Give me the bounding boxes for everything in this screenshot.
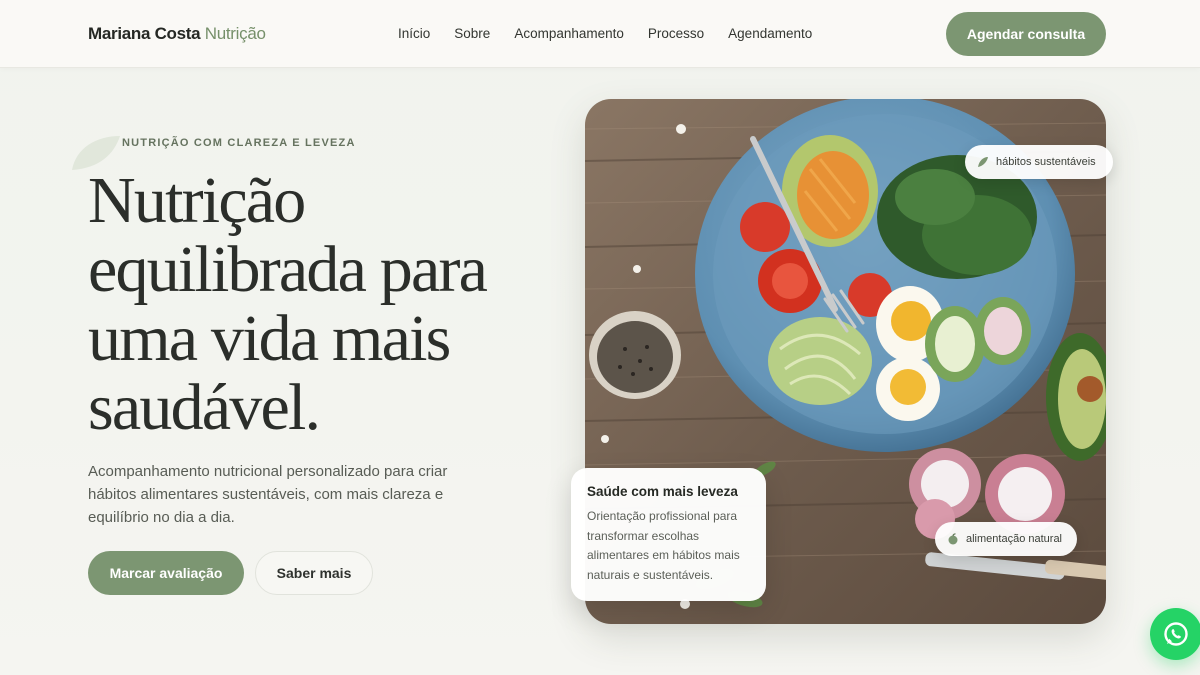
whatsapp-icon bbox=[1164, 622, 1188, 646]
brand-name: Mariana Costa bbox=[88, 24, 201, 43]
info-card-text: Orientação profissional para transformar… bbox=[587, 509, 740, 582]
natural-food-label: alimentação natural bbox=[966, 533, 1063, 545]
nav-item-sobre[interactable]: Sobre bbox=[454, 26, 490, 41]
hero-title: Nutrição equilibrada para uma vida mais … bbox=[88, 164, 488, 444]
schedule-consultation-button[interactable]: Agendar consulta bbox=[946, 12, 1106, 56]
info-card: Saúde com mais leveza Orientação profiss… bbox=[571, 468, 766, 601]
apple-icon bbox=[948, 533, 958, 545]
nav-item-inicio[interactable]: Início bbox=[398, 26, 430, 41]
main-nav: Início Sobre Acompanhamento Processo Age… bbox=[398, 26, 836, 41]
nav-item-agendamento[interactable]: Agendamento bbox=[728, 26, 812, 41]
brand-accent: Nutrição bbox=[204, 24, 266, 43]
nav-item-processo[interactable]: Processo bbox=[648, 26, 704, 41]
book-assessment-button[interactable]: Marcar avaliação bbox=[88, 551, 244, 595]
sustainable-habits-label: hábitos sustentáveis bbox=[996, 156, 1096, 168]
hero-subtitle: Acompanhamento nutricional personalizado… bbox=[88, 463, 448, 526]
natural-food-badge: alimentação natural bbox=[935, 522, 1077, 556]
leaf-icon bbox=[978, 157, 988, 167]
nav-item-acompanhamento[interactable]: Acompanhamento bbox=[514, 26, 624, 41]
sustainable-habits-badge: hábitos sustentáveis bbox=[965, 145, 1113, 179]
whatsapp-button[interactable] bbox=[1150, 608, 1200, 660]
info-card-title: Saúde com mais leveza bbox=[587, 484, 738, 499]
brand-logo[interactable]: Mariana Costa Nutrição bbox=[88, 24, 266, 44]
site-header: Mariana Costa Nutrição Início Sobre Acom… bbox=[0, 0, 1200, 68]
hero-eyebrow: NUTRIÇÃO COM CLAREZA E LEVEZA bbox=[122, 137, 356, 149]
learn-more-button[interactable]: Saber mais bbox=[255, 551, 373, 595]
